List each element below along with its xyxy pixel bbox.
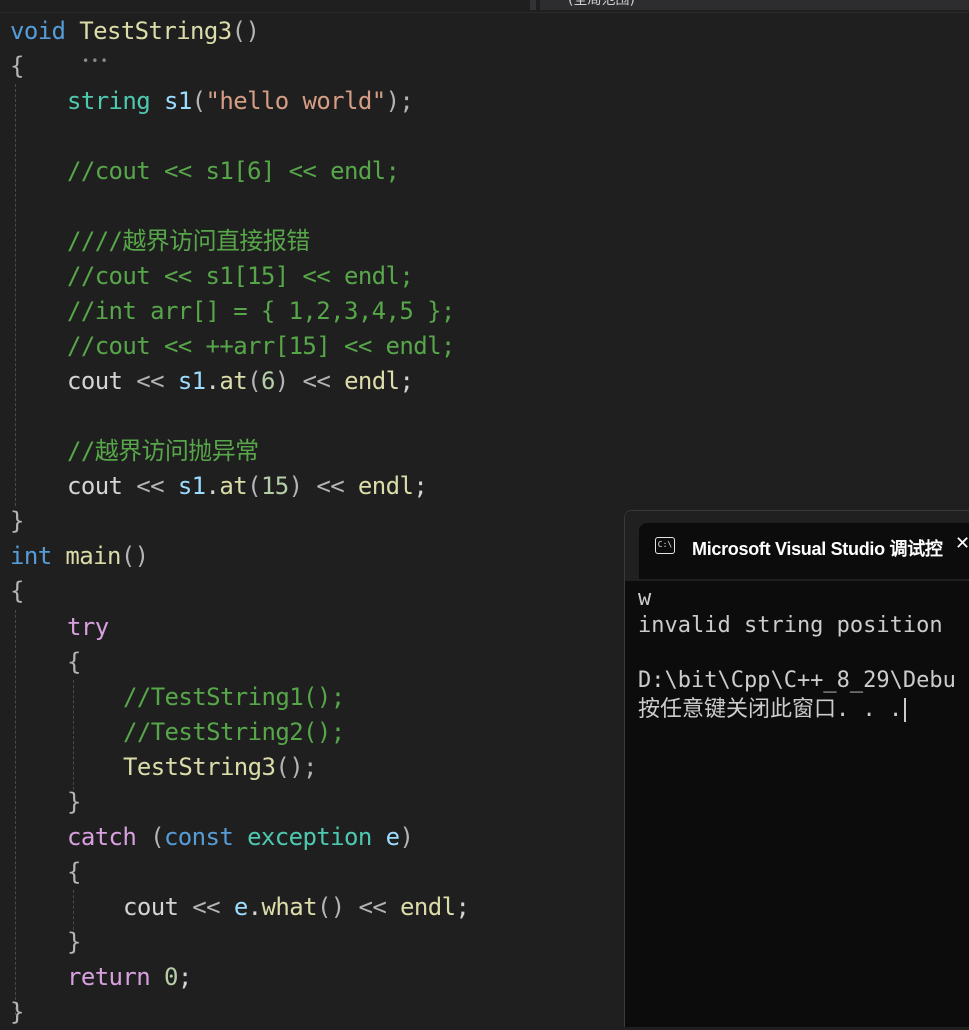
console-prompt-line: 按任意键关闭此窗口. . . [638,695,907,724]
code-line-16: int main() [10,542,149,570]
console-output-line: invalid string position [638,613,943,638]
code-line-28: return 0; [67,963,192,991]
indent-guide [15,84,16,506]
code-line-8: //cout << s1[15] << endl; [67,262,414,290]
code-line-24: catch (const exception e) [67,823,414,851]
text-cursor [904,698,907,722]
function-name-teststring3[interactable]: TestString3 [79,17,232,45]
console-output-line: w [638,586,652,611]
code-line-11: cout << s1.at(6) << endl; [67,367,414,395]
code-line-1: void TestString3() [10,17,260,45]
code-line-10: //cout << ++arr[15] << endl; [67,332,455,360]
scope-dropdown[interactable]: (全局范围) [540,0,969,10]
code-line-14: cout << s1.at(15) << endl; [67,472,428,500]
editor-top-strip: (全局范围) [0,0,969,13]
code-line-17: { [10,577,24,605]
code-line-19: { [67,648,81,676]
code-line-13: //越界访问抛异常 [67,437,259,465]
indent-guide [73,680,74,795]
scope-dropdown-label: (全局范围) [568,0,635,8]
code-line-5: //cout << s1[6] << endl; [67,157,400,185]
console-output-line: D:\bit\Cpp\C++_8_29\Debu [638,668,956,693]
code-line-25: { [67,858,81,886]
code-line-21: //TestString2(); [123,718,345,746]
code-line-23: } [67,788,81,816]
code-line-18: try [67,613,109,641]
code-line-26: cout << e.what() << endl; [123,893,470,921]
code-line-20: //TestString1(); [123,683,345,711]
toolbar-separator [530,0,536,10]
suggestion-dots-icon: ••• [82,54,110,68]
code-line-9: //int arr[] = { 1,2,3,4,5 }; [67,297,455,325]
close-icon[interactable]: ✕ [955,533,969,554]
terminal-icon: C:\ [655,537,675,554]
code-line-2: { [10,52,24,80]
code-line-7: ////越界访问直接报错 [67,227,310,255]
code-line-15: } [10,507,24,535]
debug-console-window[interactable]: C:\ Microsoft Visual Studio 调试控 ✕ w inva… [624,510,969,1027]
code-line-22: TestString3(); [123,753,318,781]
code-line-29: } [10,998,24,1026]
console-title: Microsoft Visual Studio 调试控 [692,539,943,559]
indent-guide [15,610,16,1015]
console-titlebar[interactable]: C:\ Microsoft Visual Studio 调试控 ✕ [625,511,969,581]
code-line-3: string s1("hello world"); [67,87,414,115]
code-line-27: } [67,928,81,956]
